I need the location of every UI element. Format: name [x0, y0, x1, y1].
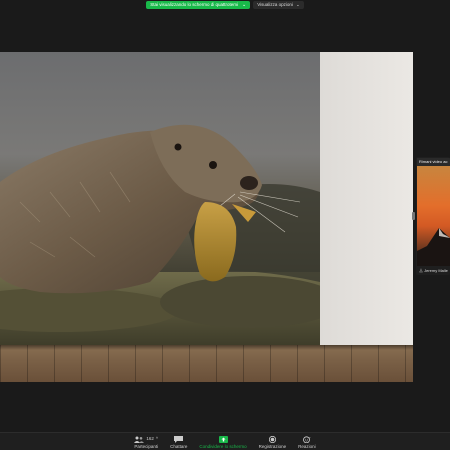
- participant-name-label: Jeremy Malle: [424, 268, 448, 273]
- record-button[interactable]: Registrazione: [258, 435, 287, 449]
- reactions-icon: +: [303, 436, 311, 443]
- view-options-button[interactable]: Visualizza opzioni ⌄: [253, 0, 304, 9]
- participants-icon: [134, 436, 145, 443]
- chat-button[interactable]: Chattare: [170, 435, 187, 449]
- chevron-up-icon[interactable]: ^: [156, 435, 158, 443]
- svg-text:+: +: [309, 436, 311, 440]
- participant-video: [417, 166, 450, 266]
- chat-label: Chattare: [170, 444, 188, 449]
- otter-photo: [0, 52, 320, 345]
- slide-blank-area: [320, 52, 413, 345]
- share-screen-label: Condividere lo schermo: [199, 444, 247, 449]
- share-screen-button[interactable]: Condividere lo schermo: [199, 435, 247, 449]
- record-label: Registrazione: [258, 444, 287, 449]
- reactions-button[interactable]: + Reazioni: [298, 435, 316, 450]
- otter-illustration: [0, 124, 320, 345]
- panel-resize-handle[interactable]: [412, 212, 415, 220]
- participants-button[interactable]: 162 ^ Partecipanti: [134, 435, 158, 449]
- participant-name: ⏅ Jeremy Malle: [417, 266, 450, 275]
- wood-floor-background: [0, 345, 413, 382]
- shared-screen[interactable]: [0, 52, 413, 382]
- chevron-down-icon[interactable]: ⌄: [242, 2, 246, 8]
- panel-caption: Rimani video ac: [417, 158, 450, 166]
- chevron-down-icon: ⌄: [295, 1, 300, 7]
- share-banner: Stai visualizzando lo schermo di quattro…: [0, 0, 450, 9]
- reactions-label: Reazioni: [298, 444, 316, 449]
- view-options-label: Visualizza opzioni: [257, 2, 293, 7]
- participant-video-panel[interactable]: Rimani video ac ⏅ Jeremy Malle: [416, 157, 450, 275]
- participants-count: 162: [146, 436, 154, 441]
- participants-label: Partecipanti: [134, 444, 159, 449]
- share-status-label: Stai visualizzando lo schermo di quattro…: [150, 2, 239, 7]
- share-status-pill[interactable]: Stai visualizzando lo schermo di quattro…: [146, 0, 251, 9]
- chat-icon: [174, 435, 184, 443]
- share-screen-icon: [218, 435, 228, 443]
- meeting-toolbar: 162 ^ Partecipanti Chattare Condividere …: [0, 432, 450, 450]
- record-icon: [268, 435, 276, 443]
- sunset-landscape: [417, 228, 450, 266]
